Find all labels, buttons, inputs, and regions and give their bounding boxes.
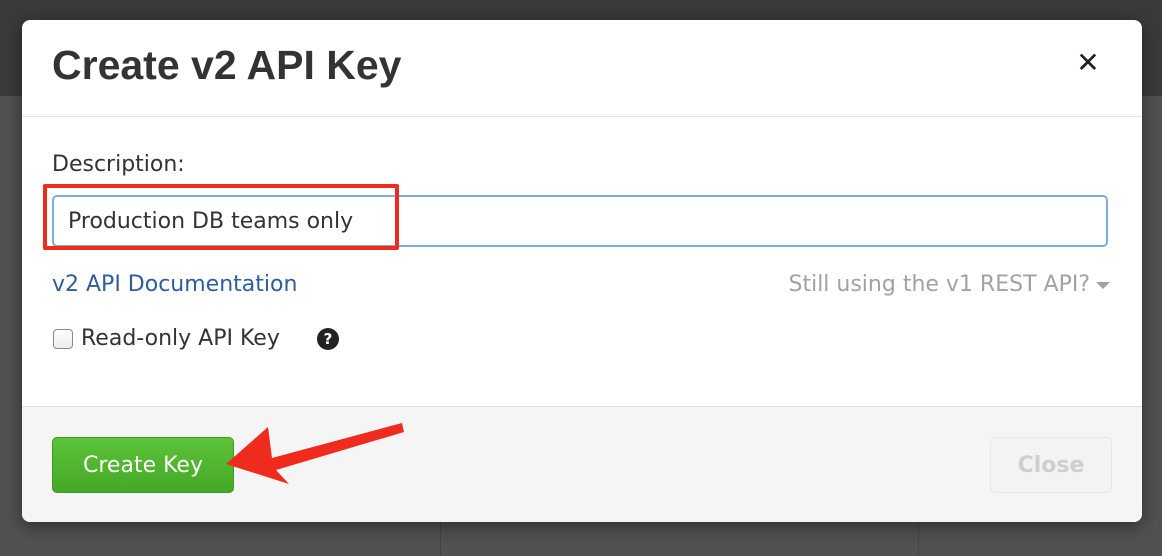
description-input[interactable] — [52, 195, 1108, 247]
read-only-label[interactable]: Read-only API Key — [81, 324, 280, 354]
close-button[interactable]: Close — [990, 437, 1112, 493]
caret-down-icon — [1096, 281, 1110, 289]
dialog-title: Create v2 API Key — [52, 42, 402, 88]
create-key-button[interactable]: Create Key — [52, 437, 234, 493]
dialog-header: Create v2 API Key ✕ — [22, 20, 1142, 117]
read-only-checkbox[interactable] — [53, 329, 73, 349]
close-icon[interactable]: ✕ — [1071, 46, 1105, 80]
v1-rest-api-toggle[interactable]: Still using the v1 REST API? — [788, 270, 1110, 300]
v1-rest-api-toggle-label: Still using the v1 REST API? — [788, 272, 1090, 297]
create-api-key-dialog: Create v2 API Key ✕ Description: v2 API … — [22, 20, 1142, 522]
dialog-footer: Create Key Close — [22, 406, 1142, 522]
v2-api-documentation-link[interactable]: v2 API Documentation — [52, 270, 297, 300]
description-label: Description: — [52, 152, 185, 177]
question-circle-icon[interactable]: ? — [317, 328, 339, 350]
